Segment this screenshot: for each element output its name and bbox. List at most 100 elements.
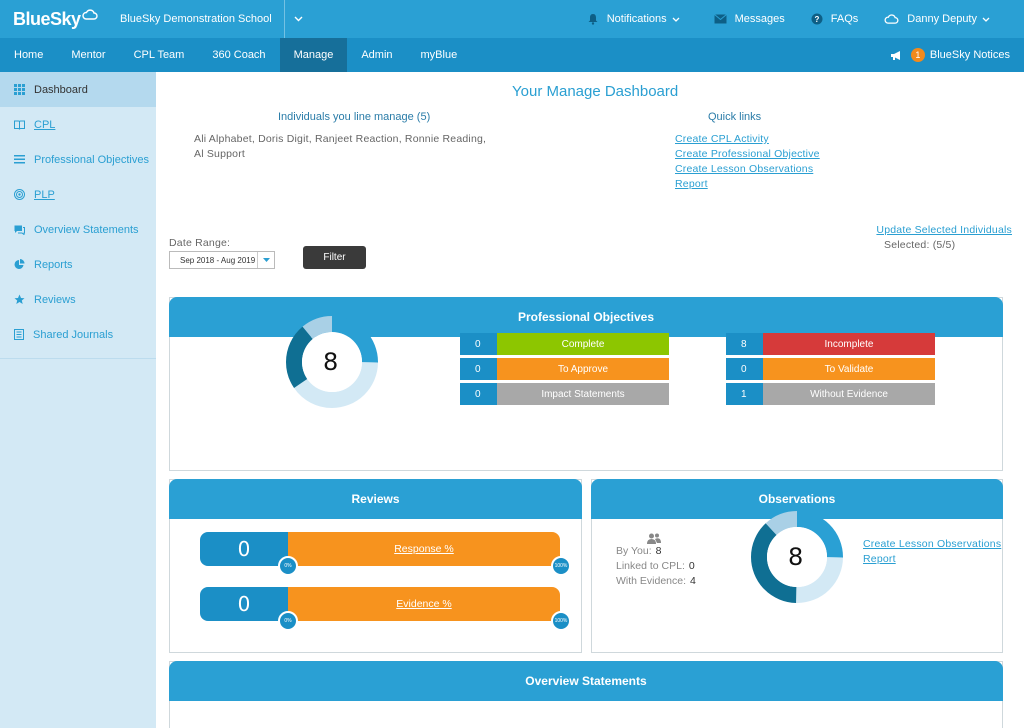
stat-to-approve[interactable]: 0 To Approve [460,358,669,380]
overview-statements-panel: Overview Statements [169,661,1003,728]
sidebar-item-label: PLP [34,188,55,201]
logo-text: BlueSky [13,8,81,29]
star-icon [14,294,25,304]
nav-home[interactable]: Home [0,38,57,72]
stat-value: 0 [460,358,497,380]
top-bar: BlueSky BlueSky Demonstration School Not… [0,0,1024,38]
page-title: Your Manage Dashboard [512,83,679,100]
stat-value: 0 [726,358,763,380]
chevron-down-icon [982,17,990,22]
sidebar-item-shared-journals[interactable]: Shared Journals [0,317,156,352]
sidebar-item-overview-statements[interactable]: Overview Statements [0,212,156,247]
observations-report-link[interactable]: Report [863,552,1001,567]
help-icon: ? [811,13,823,25]
observation-links: Create Lesson Observations Report [863,537,1001,567]
stat-complete[interactable]: 0 Complete [460,333,669,355]
panel-title: Reviews [169,479,582,519]
notifications-label: Notifications [606,13,667,25]
sidebar-divider [0,358,156,359]
report-link[interactable]: Report [675,177,820,192]
observation-stats: By You: 8 Linked to CPL: 0 With Evidence: 4 [616,544,696,589]
update-selected-individuals-link[interactable]: Update Selected Individuals [876,224,1012,236]
bluesky-notices[interactable]: 1 BlueSky Notices [890,38,1010,72]
evidence-percent-bar[interactable]: 0 Evidence % 0% 100% [200,587,571,631]
nav-myblue[interactable]: myBlue [407,38,472,72]
stat-label: Complete [497,333,669,355]
faqs-label: FAQs [830,13,859,25]
nav-cpl-team[interactable]: CPL Team [120,38,199,72]
stat-without-evidence[interactable]: 1 Without Evidence [726,383,935,405]
sidebar-item-label: Shared Journals [33,328,114,341]
response-label[interactable]: Response % [394,543,454,555]
main-content: Your Manage Dashboard Individuals you li… [156,72,1024,728]
user-name: Danny Deputy [907,13,977,25]
filter-button[interactable]: Filter [303,246,366,269]
stat-value: 1 [726,383,763,405]
stat-label: To Validate [763,358,935,380]
stat-to-validate[interactable]: 0 To Validate [726,358,935,380]
school-selector[interactable]: BlueSky Demonstration School [110,0,303,38]
chat-icon [14,225,25,235]
stat-incomplete[interactable]: 8 Incomplete [726,333,935,355]
user-menu[interactable]: Danny Deputy [884,13,998,25]
sidebar: Dashboard CPL Professional Objectives PL… [0,72,156,728]
create-lesson-observations-link[interactable]: Create Lesson Observations [863,537,1001,552]
evidence-label[interactable]: Evidence % [396,598,451,610]
with-evidence-label: With Evidence: [616,575,687,587]
date-range-value: Sep 2018 - Aug 2019 [180,255,256,265]
messages-link[interactable]: Messages [713,13,785,25]
objectives-total: 8 [323,348,339,376]
cloud-icon [81,8,98,20]
create-cpl-activity-link[interactable]: Create CPL Activity [675,132,820,147]
grid-icon [14,84,25,95]
response-percent-bar[interactable]: 0 Response % 0% 100% [200,532,571,576]
create-lesson-observations-link[interactable]: Create Lesson Observations [675,162,820,177]
sidebar-item-reports[interactable]: Reports [0,247,156,282]
bell-icon [588,14,598,25]
response-bar[interactable]: Response % [288,532,560,566]
date-range-select[interactable]: Sep 2018 - Aug 2019 [169,251,275,269]
stat-label: Impact Statements [497,383,669,405]
professional-objectives-panel: Professional Objectives 8 0 Complete 0 T… [169,297,1003,471]
bluesky-logo[interactable]: BlueSky [0,9,110,30]
sidebar-item-professional-objectives[interactable]: Professional Objectives [0,142,156,177]
observations-panel: Observations By You: 8 Linked to CPL: 0 Wi… [591,479,1003,653]
date-range-label: Date Range: [169,237,231,249]
with-evidence-value: 4 [690,575,696,587]
pie-icon [14,259,25,269]
sidebar-item-plp[interactable]: PLP [0,177,156,212]
chevron-down-icon[interactable] [283,0,303,38]
svg-text:?: ? [814,15,819,24]
main-nav: Home Mentor CPL Team 360 Coach Manage Ad… [0,38,1024,72]
notices-label: BlueSky Notices [929,49,1010,61]
reviews-panel: Reviews 0 Response % 0% 100% 0 Evidence … [169,479,582,653]
response-value: 0 [200,532,288,566]
faqs-link[interactable]: ? FAQs [811,13,859,25]
observations-total: 8 [788,543,804,571]
quicklinks-list: Create CPL Activity Create Professional … [675,132,820,192]
nav-360-coach[interactable]: 360 Coach [198,38,279,72]
linked-label: Linked to CPL: [616,560,685,572]
by-you-label: By You: [616,545,652,557]
sidebar-item-label: Dashboard [34,83,88,96]
sidebar-item-label: Reports [34,258,73,271]
quicklinks-heading: Quick links [708,111,762,123]
max-percent-dot: 100% [551,556,571,576]
stat-impact-statements[interactable]: 0 Impact Statements [460,383,669,405]
sidebar-item-cpl[interactable]: CPL [0,107,156,142]
sidebar-item-label: Reviews [34,293,76,306]
list-icon [14,155,25,164]
notifications-menu[interactable]: Notifications [587,13,688,25]
sidebar-item-reviews[interactable]: Reviews [0,282,156,317]
evidence-value: 0 [200,587,288,621]
create-professional-objective-link[interactable]: Create Professional Objective [675,147,820,162]
nav-manage[interactable]: Manage [279,38,348,72]
evidence-bar[interactable]: Evidence % [288,587,560,621]
sidebar-item-dashboard[interactable]: Dashboard [0,72,156,107]
sidebar-item-label: Professional Objectives [34,153,149,166]
nav-mentor[interactable]: Mentor [57,38,119,72]
nav-admin[interactable]: Admin [347,38,406,72]
selected-count: Selected: (5/5) [884,239,956,251]
book-icon [14,120,25,130]
individuals-heading: Individuals you line manage (5) [278,111,431,123]
